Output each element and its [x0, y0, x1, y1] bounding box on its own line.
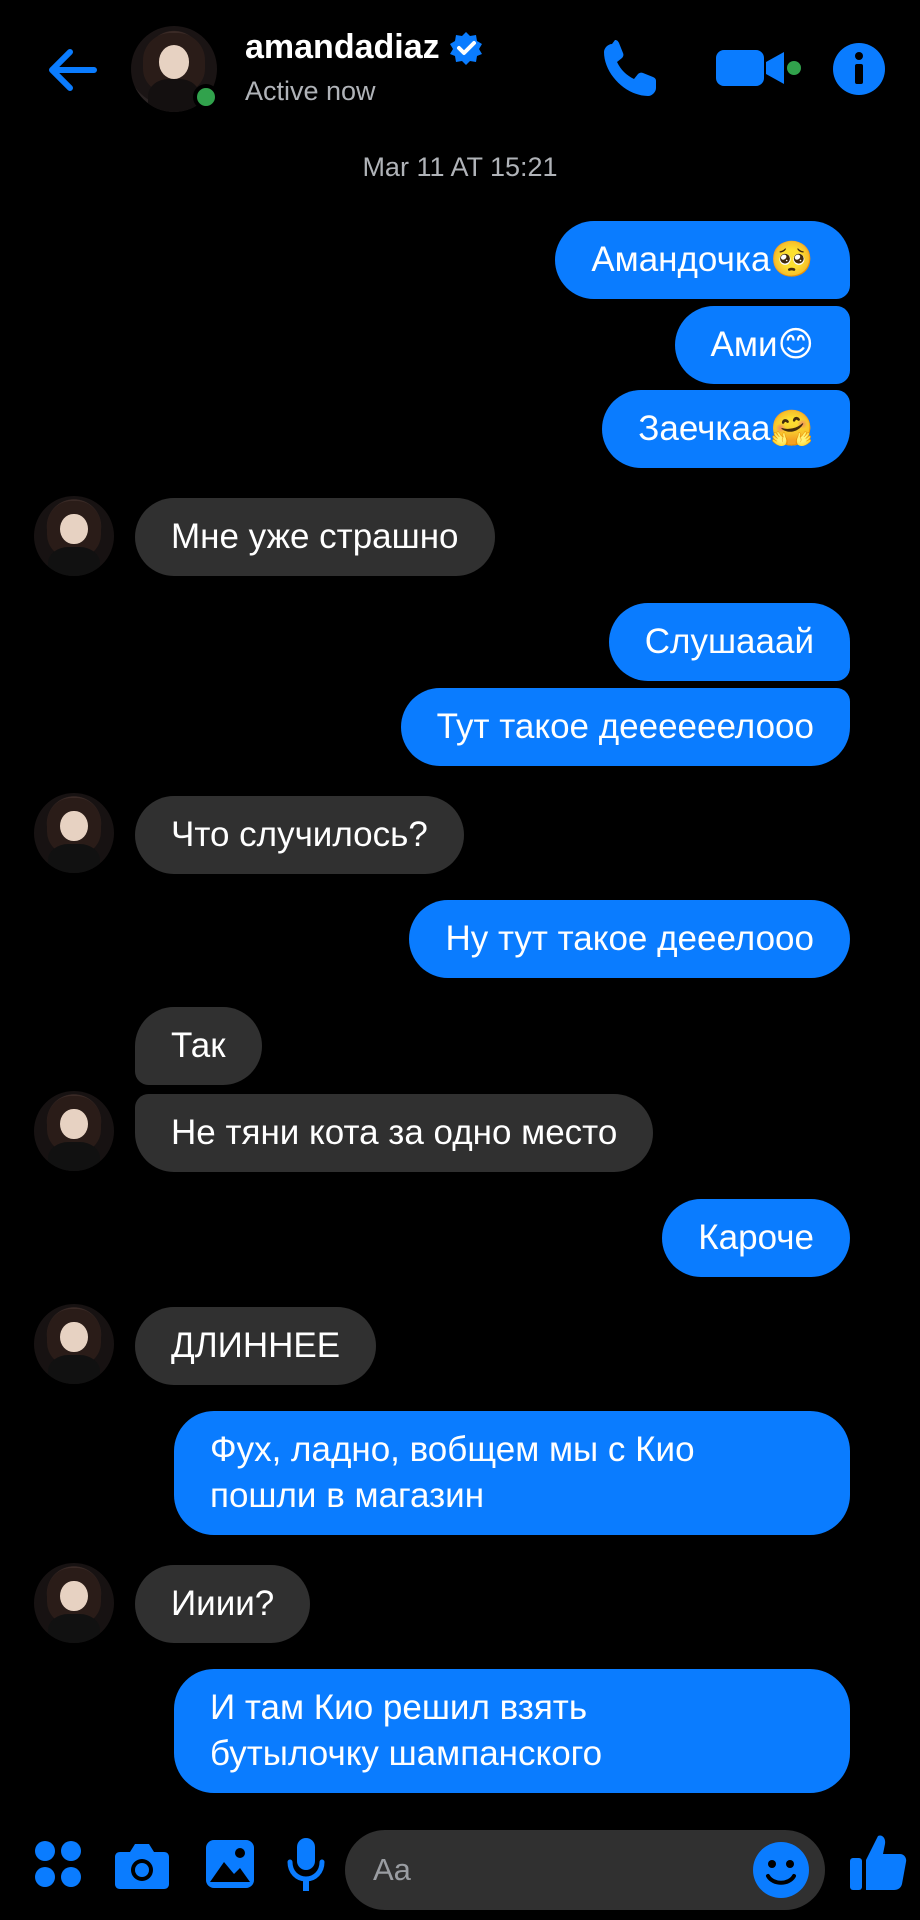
message-incoming[interactable]: ДЛИННЕЕ — [135, 1307, 377, 1385]
message-outgoing[interactable]: Кароче — [662, 1199, 850, 1277]
video-camera-icon[interactable] — [712, 38, 804, 98]
message-outgoing[interactable]: Слушааай — [608, 603, 850, 681]
emoji-icon[interactable] — [749, 1838, 813, 1902]
contact-status: Active now — [245, 76, 376, 106]
message-incoming[interactable]: Так — [135, 1007, 262, 1085]
message-outgoing[interactable]: Фух, ладно, вобщем мы с Кио пошли в мага… — [174, 1411, 850, 1535]
contact-avatar[interactable] — [131, 26, 219, 112]
thumbs-up-icon[interactable] — [848, 1832, 908, 1894]
online-indicator — [193, 84, 219, 110]
contact-name[interactable]: amandadiaz — [245, 28, 440, 67]
message-input[interactable] — [373, 1848, 753, 1892]
message-incoming[interactable]: Не тяни кота за одно место — [135, 1094, 654, 1172]
back-arrow-icon[interactable] — [42, 40, 102, 100]
message-outgoing[interactable]: Заечкаа🤗 — [602, 390, 850, 468]
verified-badge-icon — [449, 31, 482, 65]
message-line: И там Кио решил взять — [210, 1688, 588, 1727]
apps-icon[interactable] — [32, 1838, 84, 1890]
contact-avatar-small[interactable] — [34, 793, 114, 873]
message-outgoing[interactable]: Ами😊 — [674, 306, 850, 384]
message-outgoing[interactable]: И там Кио решил взять бутылочку шампанск… — [174, 1669, 850, 1793]
camera-icon[interactable] — [114, 1840, 170, 1890]
microphone-icon[interactable] — [286, 1836, 326, 1894]
phone-icon[interactable] — [600, 38, 662, 100]
message-input-container[interactable] — [345, 1830, 825, 1910]
gallery-icon[interactable] — [204, 1838, 256, 1890]
contact-avatar-small[interactable] — [34, 1304, 114, 1384]
contact-avatar-small[interactable] — [34, 496, 114, 576]
message-line: бутылочку шампанского — [210, 1734, 603, 1773]
message-incoming[interactable]: Ииии? — [135, 1565, 311, 1643]
message-line: Фух, ладно, вобщем мы с Кио — [210, 1430, 695, 1469]
message-outgoing[interactable]: Ну тут такое дееелооо — [409, 900, 850, 978]
message-line: пошли в магазин — [210, 1476, 485, 1515]
message-incoming[interactable]: Мне уже страшно — [135, 498, 495, 576]
message-incoming[interactable]: Что случилось? — [135, 796, 464, 874]
message-outgoing[interactable]: Тут такое деееееелооо — [400, 688, 850, 766]
conversation-timestamp: Mar 11 AT 15:21 — [362, 152, 558, 182]
contact-avatar-small[interactable] — [34, 1091, 114, 1171]
message-outgoing[interactable]: Амандочка🥺 — [555, 221, 850, 299]
chat-header: amandadiaz Active now — [0, 0, 920, 140]
contact-avatar-small[interactable] — [34, 1563, 114, 1643]
composer-bar — [0, 1810, 920, 1920]
info-icon[interactable] — [832, 42, 886, 96]
